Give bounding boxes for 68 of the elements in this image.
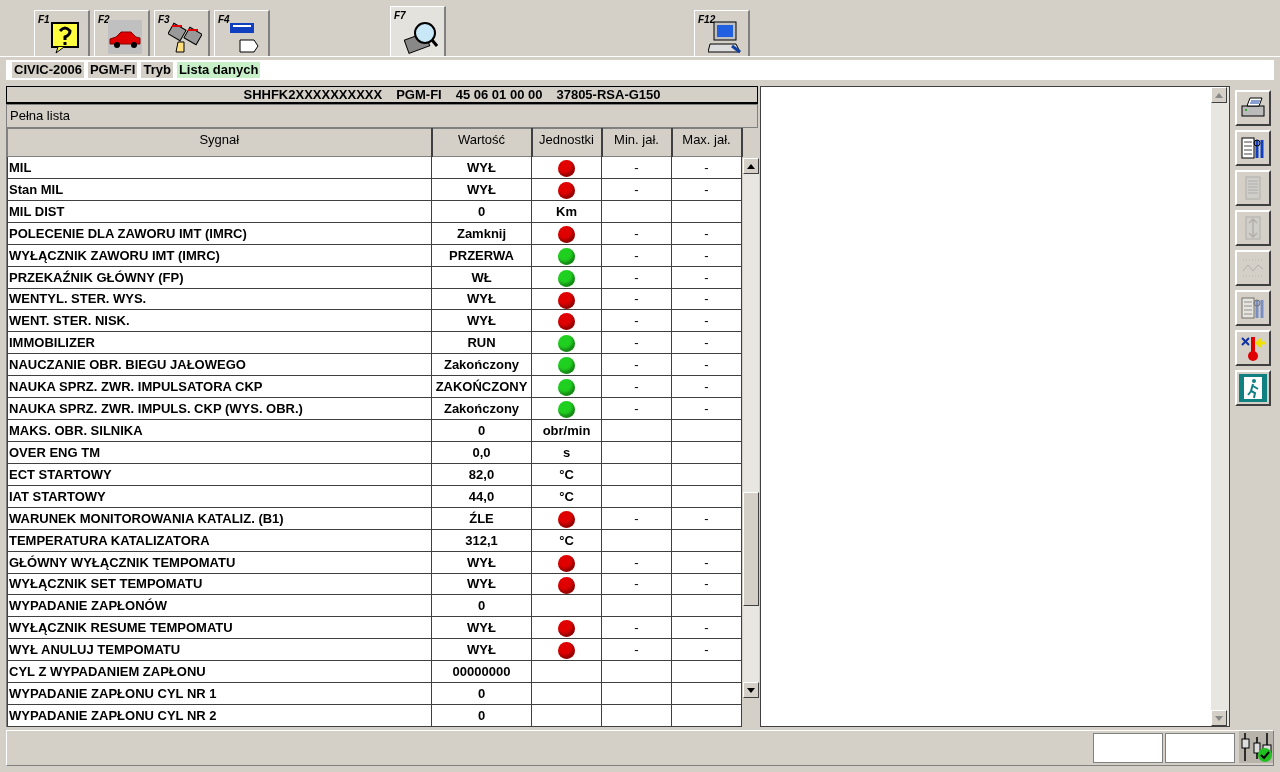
column-header[interactable]: Jednostki <box>531 128 602 157</box>
breadcrumb-item: PGM-FI <box>87 62 138 78</box>
status-field <box>1164 733 1235 763</box>
signal-name: WYŁ ANULUJ TEMPOMATU <box>7 638 432 661</box>
signal-name: ECT STARTOWY <box>7 463 432 486</box>
wrench-document-icon <box>1239 134 1267 162</box>
magnifier-connector-icon <box>404 20 438 54</box>
signal-name: Stan MIL <box>7 178 432 201</box>
ecu-info-text: SHHFK2XXXXXXXXXX <box>243 87 383 102</box>
breadcrumb-item: Lista danych <box>176 62 261 78</box>
signal-name: IMMOBILIZER <box>7 331 432 354</box>
function-tab[interactable]: F12 <box>694 10 750 56</box>
signal-name: WARUNEK MONITOROWANIA KATALIZ. (B1) <box>7 507 432 530</box>
column-header[interactable]: Wartość <box>431 128 532 157</box>
function-tab[interactable]: F3 <box>154 10 210 56</box>
signal-name: WYŁĄCZNIK ZAWORU IMT (IMRC) <box>7 244 432 267</box>
ecu-info-text: 45 06 01 00 00 <box>455 87 543 102</box>
tool-button[interactable] <box>1235 90 1271 126</box>
function-tab[interactable]: F7 <box>390 6 446 56</box>
thermometer-icon <box>1239 334 1267 362</box>
signal-name: MAKS. OBR. SILNIKA <box>7 419 432 442</box>
ecu-info-text: PGM-FI <box>396 87 442 102</box>
car-icon <box>108 20 142 54</box>
column-header[interactable]: Min. jał. <box>601 128 672 157</box>
up-arrow-icon <box>746 163 755 169</box>
scrollbar[interactable] <box>742 158 759 698</box>
down-arrow-icon <box>1215 715 1223 721</box>
scrollbar-thumb[interactable] <box>742 492 759 606</box>
connector-status-icon <box>1239 731 1273 763</box>
breadcrumb-item: CIVIC-2006 <box>12 62 84 78</box>
ecu-info-text: 37805-RSA-G150 <box>556 87 661 102</box>
signal-name: WENT. STER. NISK. <box>7 309 432 332</box>
signal-name: WYPADANIE ZAPŁONU CYL NR 2 <box>7 704 432 727</box>
signal-name: WYPADANIE ZAPŁONÓW <box>7 594 432 617</box>
status-field <box>1092 733 1163 763</box>
tool-button[interactable] <box>1235 130 1271 166</box>
function-tab[interactable]: F2 <box>94 10 150 56</box>
column-header[interactable]: Sygnał <box>7 128 432 157</box>
signal-name: PRZEKAŹNIK GŁÓWNY (FP) <box>7 266 432 289</box>
signal-name: MIL DIST <box>7 200 432 223</box>
breadcrumb-item: Tryb <box>141 62 173 78</box>
signal-name: NAUKA SPRZ. ZWR. IMPULS. CKP (WYS. OBR.) <box>7 397 432 420</box>
up-arrow-icon <box>1215 92 1223 98</box>
signal-name: TEMPERATURA KATALIZATORA <box>7 529 432 552</box>
scrollbar[interactable] <box>1211 87 1229 726</box>
signal-name: MIL <box>7 156 432 179</box>
signal-name: GŁÓWNY WYŁĄCZNIK TEMPOMATU <box>7 551 432 573</box>
help-icon <box>48 20 82 54</box>
function-tab[interactable]: F4 <box>214 10 270 56</box>
down-arrow-icon <box>746 687 755 693</box>
signal-name: NAUCZANIE OBR. BIEGU JAŁOWEGO <box>7 353 432 376</box>
signal-name: WENTYL. STER. WYS. <box>7 288 432 310</box>
signal-name: OVER ENG TM <box>7 441 432 464</box>
tool-button[interactable] <box>1235 330 1271 366</box>
wrench-document-icon <box>1239 294 1267 322</box>
signal-name: POLECENIE DLA ZAWORU IMT (IMRC) <box>7 222 432 245</box>
tool-button[interactable] <box>1235 370 1271 406</box>
signal-name: WYŁĄCZNIK RESUME TEMPOMATU <box>7 616 432 639</box>
signal-name: IAT STARTOWY <box>7 485 432 508</box>
function-tab[interactable]: F1 <box>34 10 90 56</box>
signal-name: NAUKA SPRZ. ZWR. IMPULSATORA CKP <box>7 375 432 398</box>
exit-icon <box>1239 374 1267 402</box>
column-header[interactable]: Max. jał. <box>671 128 742 157</box>
signal-name: WYPADANIE ZAPŁONU CYL NR 1 <box>7 682 432 705</box>
list-title: Pełna lista <box>6 104 758 128</box>
signal-name: CYL Z WYPADANIEM ZAPŁONU <box>7 660 432 683</box>
connector-hand-icon <box>168 20 202 54</box>
signal-name: WYŁĄCZNIK SET TEMPOMATU <box>7 573 432 595</box>
